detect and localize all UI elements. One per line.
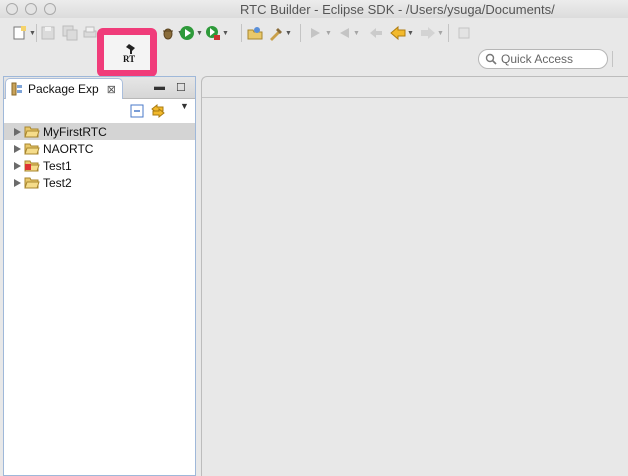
rtc-builder-highlight: RT bbox=[97, 28, 157, 77]
close-icon[interactable]: ⊠ bbox=[107, 83, 116, 96]
external-tools-button[interactable]: ▼ bbox=[205, 24, 229, 42]
previous-annotation-button[interactable]: ▼ bbox=[336, 24, 360, 42]
window-title: RTC Builder - Eclipse SDK - /Users/ysuga… bbox=[240, 2, 555, 17]
toolbar-separator bbox=[241, 24, 242, 42]
link-with-editor-icon bbox=[151, 103, 165, 119]
last-edit-location-button[interactable] bbox=[368, 24, 384, 42]
project-tree: MyFirstRTC NAORTC Test1 Test2 bbox=[4, 123, 195, 191]
chevron-down-icon[interactable]: ▼ bbox=[29, 30, 36, 37]
rtc-builder-icon: RT bbox=[123, 44, 135, 64]
chevron-down-icon[interactable]: ▼ bbox=[285, 30, 292, 37]
expand-arrow-icon[interactable] bbox=[14, 144, 21, 153]
expand-arrow-icon[interactable] bbox=[14, 161, 21, 170]
toolbar-separator bbox=[36, 24, 37, 42]
editor-tab-strip bbox=[202, 77, 628, 98]
open-task-button[interactable]: ▼ bbox=[268, 24, 292, 42]
save-icon bbox=[40, 25, 56, 41]
collapse-all-button[interactable] bbox=[130, 104, 144, 121]
open-project-folder-icon bbox=[24, 142, 40, 155]
zoom-window-button[interactable] bbox=[44, 3, 56, 15]
expand-arrow-icon[interactable] bbox=[14, 178, 21, 187]
tree-item-label: Test1 bbox=[43, 158, 72, 173]
last-edit-location-icon bbox=[368, 25, 384, 41]
window-titlebar: RTC Builder - Eclipse SDK - /Users/ysuga… bbox=[0, 0, 628, 18]
debug-icon bbox=[160, 25, 176, 41]
tree-item-label: MyFirstRTC bbox=[43, 124, 107, 139]
new-wizard-button[interactable]: ▼ bbox=[12, 24, 36, 42]
open-type-icon bbox=[247, 25, 263, 41]
package-explorer-icon bbox=[11, 82, 22, 96]
chevron-down-icon[interactable]: ▼ bbox=[353, 30, 360, 37]
tree-item-label: Test2 bbox=[43, 175, 72, 190]
back-icon bbox=[390, 25, 406, 41]
chevron-down-icon[interactable]: ▼ bbox=[437, 30, 444, 37]
forward-icon bbox=[420, 25, 436, 41]
view-menu-icon[interactable]: ▼ bbox=[180, 101, 189, 111]
collapse-all-icon bbox=[130, 104, 144, 118]
rtc-builder-label: RT bbox=[123, 54, 135, 64]
save-all-button[interactable] bbox=[62, 24, 78, 42]
chevron-down-icon[interactable]: ▼ bbox=[325, 30, 332, 37]
package-explorer-tab[interactable]: Package Exp ⊠ bbox=[5, 78, 123, 99]
quick-access-field[interactable]: Quick Access bbox=[478, 49, 608, 69]
run-button[interactable]: ▼ bbox=[179, 24, 203, 42]
tree-item-myfirstrtc[interactable]: MyFirstRTC bbox=[4, 123, 195, 140]
next-annotation-button[interactable]: ▼ bbox=[308, 24, 332, 42]
link-with-editor-button[interactable] bbox=[150, 103, 166, 122]
view-tab-bar: Package Exp ⊠ ▬ ☐ bbox=[4, 77, 195, 99]
pin-editor-button[interactable] bbox=[456, 24, 472, 42]
chevron-down-icon[interactable]: ▼ bbox=[196, 30, 203, 37]
tree-item-naortc[interactable]: NAORTC bbox=[4, 140, 195, 157]
package-explorer-view: Package Exp ⊠ ▬ ☐ ▼ MyFirstRTC NAORTC Te… bbox=[3, 76, 196, 476]
chevron-down-icon[interactable]: ▼ bbox=[407, 30, 414, 37]
new-wizard-icon bbox=[12, 25, 28, 41]
rtc-project-folder-icon bbox=[24, 159, 40, 172]
previous-annotation-icon bbox=[336, 25, 352, 41]
minimize-window-button[interactable] bbox=[25, 3, 37, 15]
forward-button[interactable]: ▼ bbox=[420, 24, 444, 42]
next-annotation-icon bbox=[308, 25, 324, 41]
rtc-builder-button[interactable]: RT bbox=[122, 42, 140, 64]
minimize-view-button[interactable]: ▬ bbox=[154, 81, 165, 93]
perspective-switcher[interactable] bbox=[612, 51, 626, 67]
print-button[interactable] bbox=[82, 24, 98, 42]
open-type-button[interactable] bbox=[247, 24, 263, 42]
close-window-button[interactable] bbox=[6, 3, 18, 15]
external-tools-icon bbox=[205, 25, 221, 41]
pin-editor-icon bbox=[456, 25, 472, 41]
editor-area bbox=[201, 76, 628, 476]
search-icon bbox=[485, 53, 497, 65]
run-icon bbox=[179, 25, 195, 41]
print-icon bbox=[82, 25, 98, 41]
open-task-icon bbox=[268, 25, 284, 41]
chevron-down-icon[interactable]: ▼ bbox=[222, 30, 229, 37]
package-explorer-toolbar: ▼ bbox=[4, 99, 195, 123]
open-project-folder-icon bbox=[24, 125, 40, 138]
toolbar-separator bbox=[448, 24, 449, 42]
toolbar-separator bbox=[300, 24, 301, 42]
save-all-icon bbox=[62, 25, 78, 41]
tree-item-test1[interactable]: Test1 bbox=[4, 157, 195, 174]
save-button[interactable] bbox=[40, 24, 56, 42]
quick-access-placeholder: Quick Access bbox=[501, 52, 574, 66]
back-button[interactable]: ▼ bbox=[390, 24, 414, 42]
package-explorer-tab-label: Package Exp bbox=[28, 82, 99, 96]
main-toolbar: ▼ RT ▼ ▼ ▼ ▼ ▼ ▼ ▼ Quick Access bbox=[0, 18, 628, 77]
tree-item-test2[interactable]: Test2 bbox=[4, 174, 195, 191]
tree-item-label: NAORTC bbox=[43, 141, 94, 156]
open-project-folder-icon bbox=[24, 176, 40, 189]
expand-arrow-icon[interactable] bbox=[14, 127, 21, 136]
maximize-view-button[interactable]: ☐ bbox=[176, 81, 186, 94]
